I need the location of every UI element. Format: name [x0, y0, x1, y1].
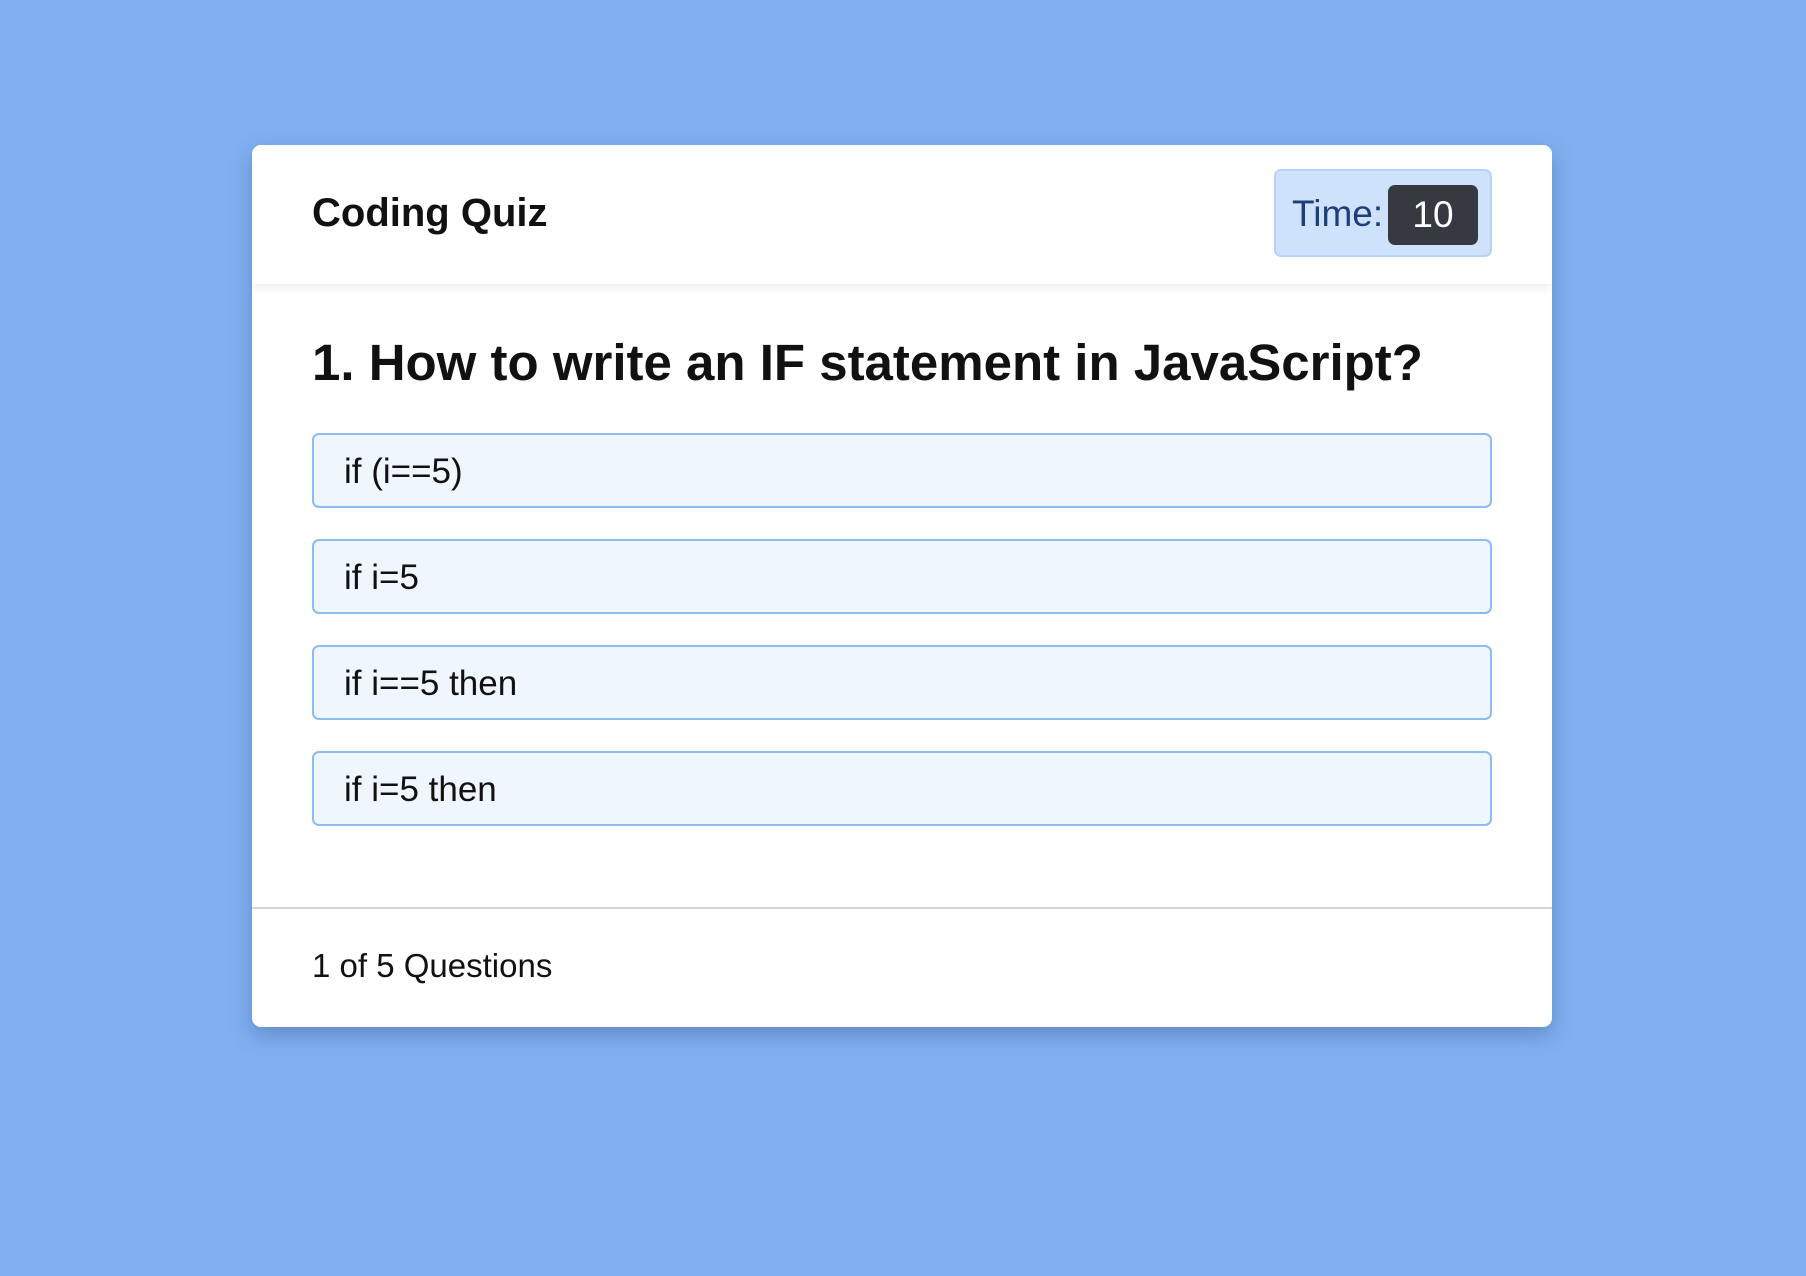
quiz-card: Coding Quiz Time: 10 1. How to write an … [252, 145, 1552, 1027]
timer-value: 10 [1388, 185, 1478, 245]
answer-option-3[interactable]: if i==5 then [312, 645, 1492, 720]
card-header: Coding Quiz Time: 10 [252, 145, 1552, 284]
question-progress: 1 of 5 Questions [312, 947, 553, 984]
answer-option-4[interactable]: if i=5 then [312, 751, 1492, 826]
answer-label: if (i==5) [344, 452, 463, 491]
answer-option-1[interactable]: if (i==5) [312, 433, 1492, 508]
timer: Time: 10 [1274, 169, 1492, 257]
quiz-title: Coding Quiz [312, 191, 548, 235]
question-text: 1. How to write an IF statement in JavaS… [312, 334, 1423, 391]
timer-label: Time: [1292, 193, 1384, 234]
answer-option-2[interactable]: if i=5 [312, 539, 1492, 614]
card-footer: 1 of 5 Questions [252, 907, 1552, 1027]
answer-label: if i=5 [344, 558, 419, 597]
answer-label: if i==5 then [344, 664, 518, 703]
answer-label: if i=5 then [344, 770, 497, 809]
